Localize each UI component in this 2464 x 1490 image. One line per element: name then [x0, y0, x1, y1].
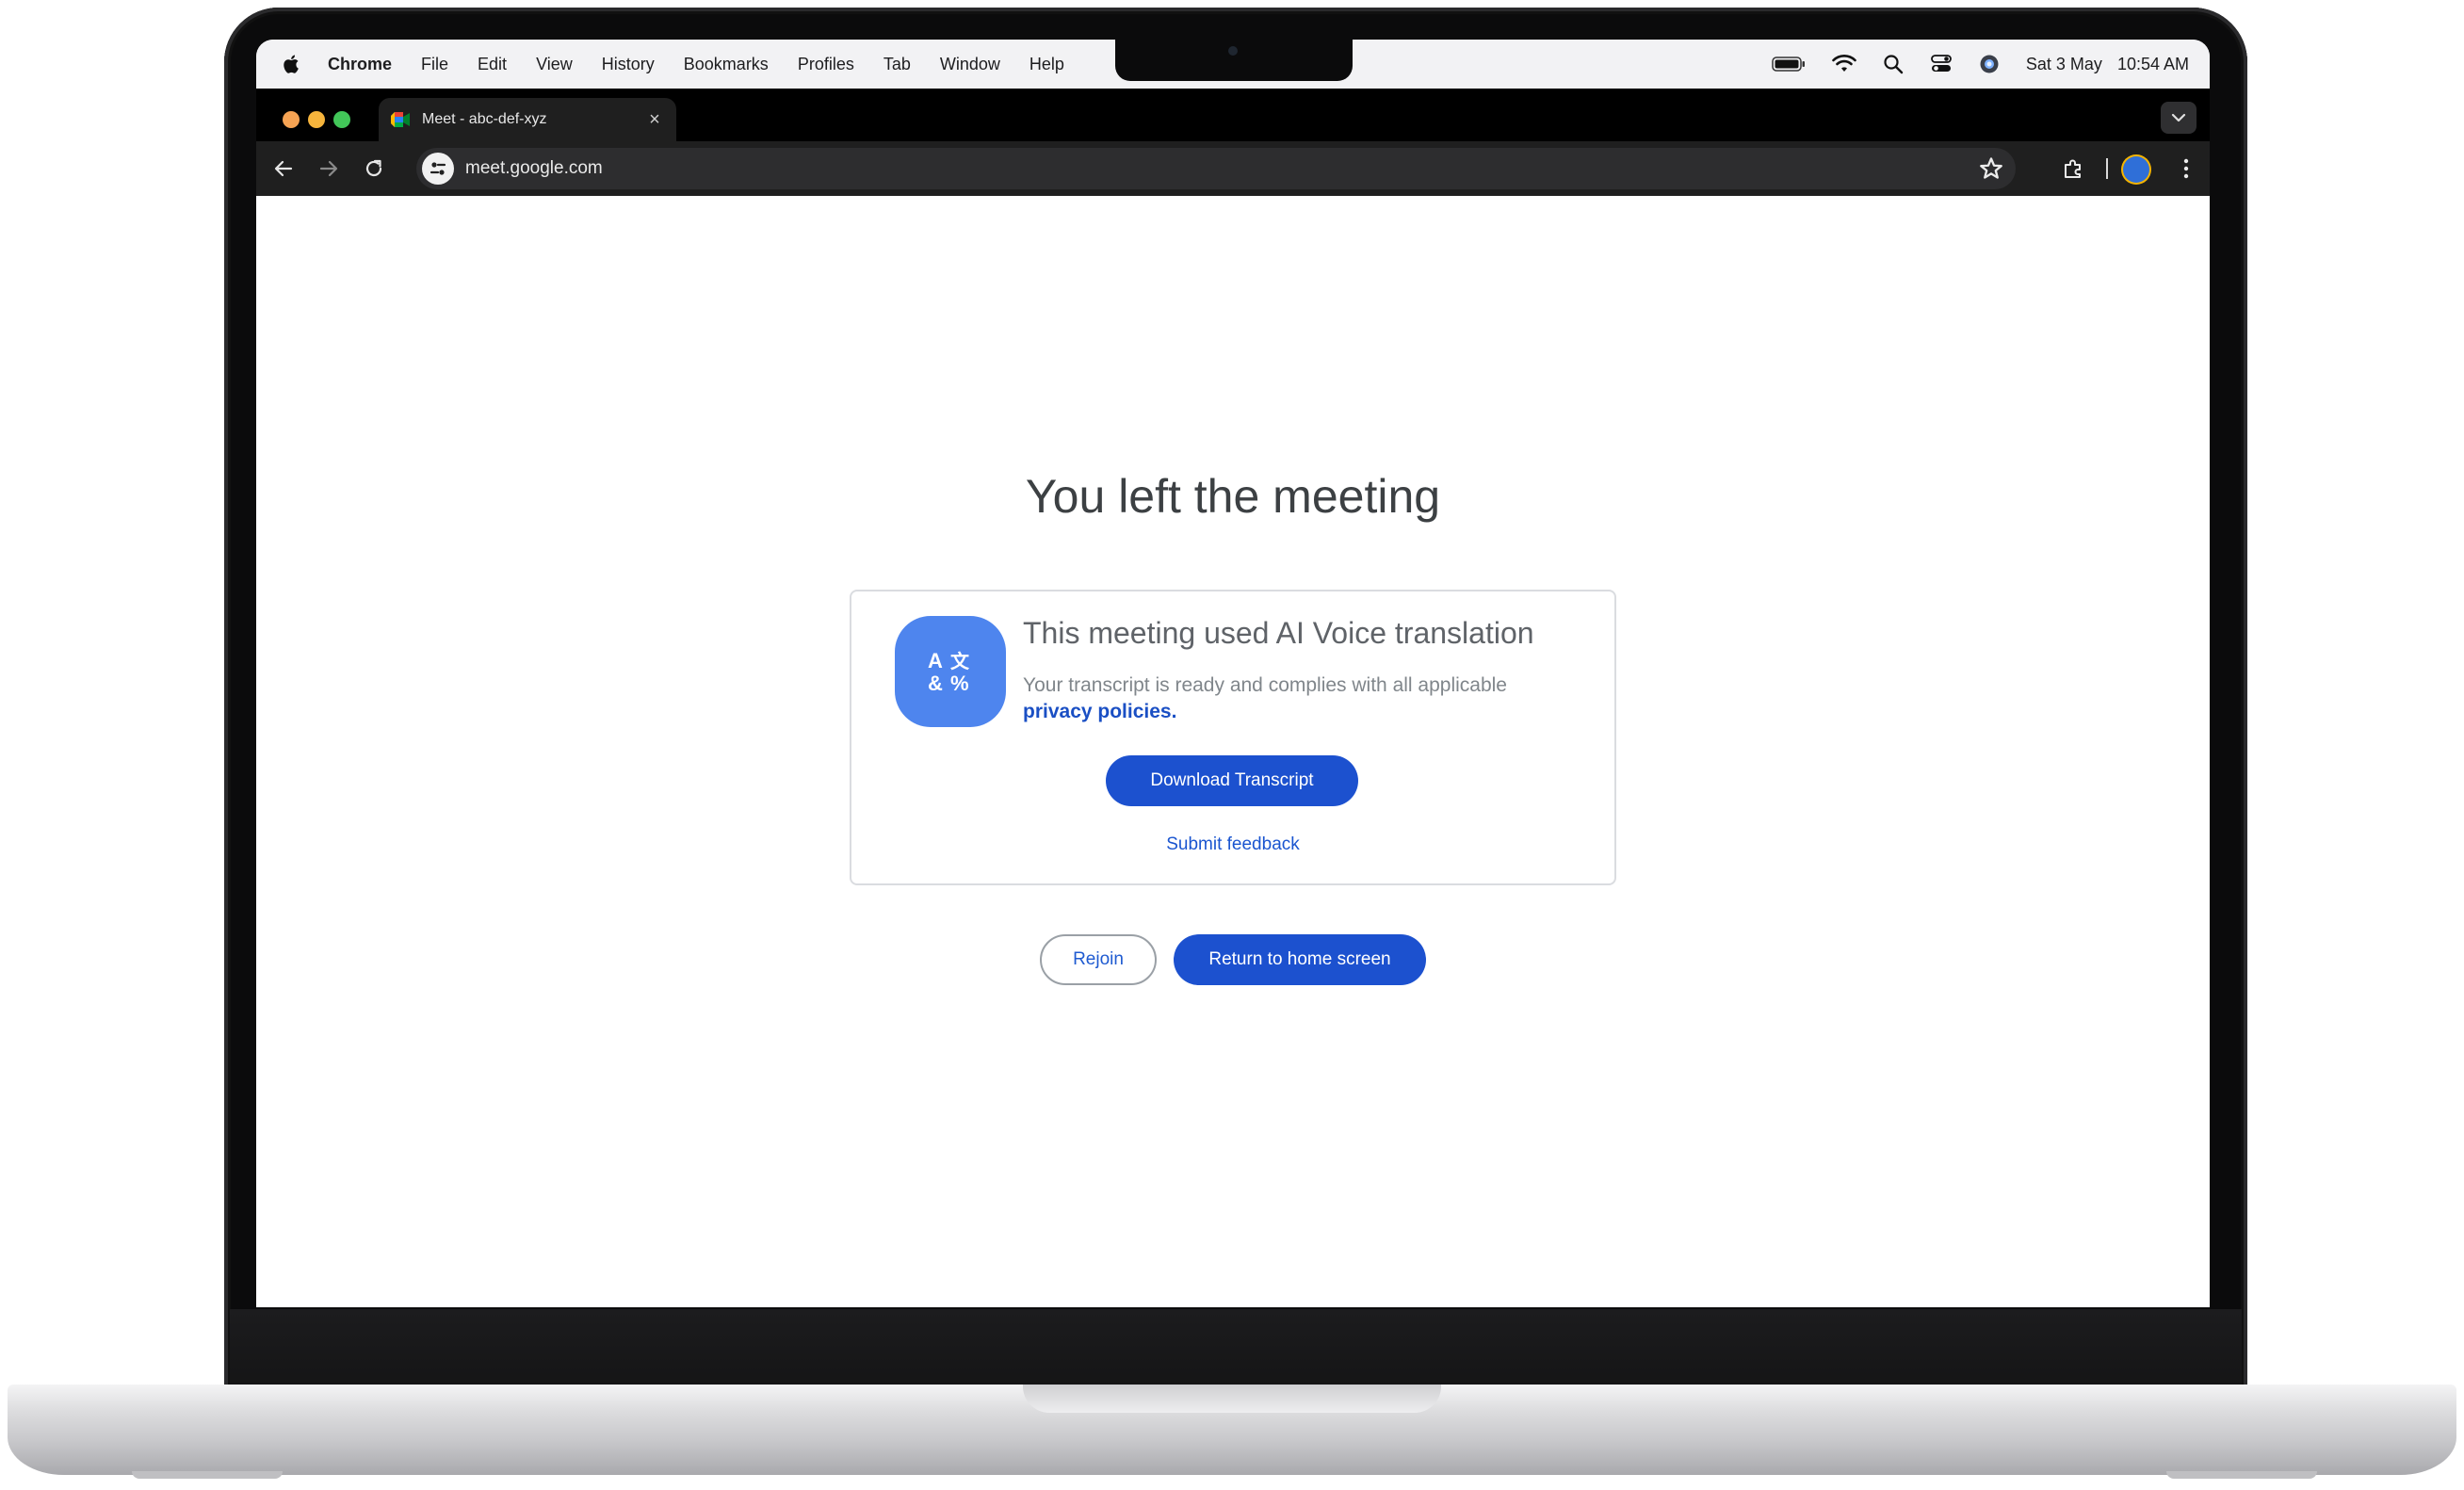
battery-icon[interactable] — [1772, 57, 1806, 72]
svg-text:文: 文 — [950, 650, 970, 672]
return-home-button[interactable]: Return to home screen — [1174, 934, 1426, 985]
chrome-menu-button[interactable] — [2170, 153, 2202, 185]
page-content: You left the meeting A 文 & % This meetin… — [256, 196, 2210, 1307]
menu-tab[interactable]: Tab — [883, 55, 911, 74]
site-info-icon[interactable] — [422, 153, 454, 185]
tab-search-button[interactable] — [2161, 102, 2197, 134]
page-title: You left the meeting — [1025, 470, 1441, 523]
wifi-icon[interactable] — [1832, 55, 1856, 73]
screen: Chrome File Edit View History Bookmarks … — [256, 40, 2210, 1307]
svg-text:%: % — [950, 672, 969, 695]
translation-card: A 文 & % This meeting used AI Voice trans… — [850, 590, 1616, 885]
menu-app-chrome[interactable]: Chrome — [328, 55, 392, 74]
menu-edit[interactable]: Edit — [478, 55, 507, 74]
card-description: Your transcript is ready and complies wi… — [1023, 672, 1597, 725]
menu-view[interactable]: View — [536, 55, 573, 74]
toolbar-divider — [2106, 158, 2108, 179]
menu-bookmarks[interactable]: Bookmarks — [684, 55, 769, 74]
menu-window[interactable]: Window — [940, 55, 1000, 74]
menu-profiles[interactable]: Profiles — [798, 55, 854, 74]
siri-icon[interactable] — [1979, 54, 2000, 74]
control-center-icon[interactable] — [1930, 54, 1953, 74]
submit-feedback-link[interactable]: Submit feedback — [851, 834, 1614, 855]
apple-icon[interactable] — [281, 53, 303, 75]
reload-icon — [365, 159, 382, 177]
spotlight-search-icon[interactable] — [1883, 54, 1904, 74]
laptop-chin — [230, 1309, 2242, 1386]
window-close-button[interactable] — [283, 111, 300, 128]
more-vert-icon — [2183, 158, 2189, 179]
translate-icon: A 文 & % — [895, 616, 1006, 727]
forward-button[interactable] — [315, 154, 343, 183]
status-area: Sat 3 May 10:54 AM — [1772, 40, 2189, 89]
laptop-foot — [2166, 1471, 2317, 1479]
back-button[interactable] — [269, 154, 298, 183]
bookmark-star-icon[interactable] — [1978, 155, 2004, 182]
card-description-text: Your transcript is ready and complies wi… — [1023, 674, 1507, 696]
tab-close-icon[interactable]: × — [644, 109, 665, 130]
laptop-base-notch — [1023, 1385, 1441, 1413]
laptop-foot — [132, 1471, 283, 1479]
puzzle-icon — [2065, 159, 2081, 178]
menubar-date[interactable]: Sat 3 May — [2026, 55, 2102, 74]
address-bar[interactable]: meet.google.com — [416, 148, 2016, 189]
menu-history[interactable]: History — [602, 55, 655, 74]
arrow-right-icon — [319, 160, 338, 177]
reload-button[interactable] — [360, 154, 388, 183]
arrow-left-icon — [274, 160, 293, 177]
window-minimize-button[interactable] — [308, 111, 325, 128]
menubar-time[interactable]: 10:54 AM — [2117, 55, 2189, 74]
url-text[interactable]: meet.google.com — [465, 158, 603, 179]
download-transcript-button[interactable]: Download Transcript — [1106, 755, 1358, 806]
card-heading: This meeting used AI Voice translation — [1023, 616, 1534, 650]
google-meet-icon — [391, 112, 410, 127]
profile-avatar[interactable] — [2123, 156, 2149, 183]
tab-meet[interactable]: Meet - abc-def-xyz × — [379, 98, 676, 141]
privacy-policies-link[interactable]: privacy policies. — [1023, 701, 1176, 722]
menu-file[interactable]: File — [421, 55, 448, 74]
camera-lens — [1228, 46, 1238, 56]
svg-text:&: & — [928, 672, 943, 695]
menu-help[interactable]: Help — [1029, 55, 1064, 74]
svg-text:A: A — [928, 649, 943, 672]
window-zoom-button[interactable] — [333, 111, 350, 128]
extensions-button[interactable] — [2057, 153, 2089, 185]
tab-title: Meet - abc-def-xyz — [422, 111, 547, 127]
chevron-down-icon — [2171, 113, 2186, 122]
rejoin-button[interactable]: Rejoin — [1040, 934, 1157, 985]
